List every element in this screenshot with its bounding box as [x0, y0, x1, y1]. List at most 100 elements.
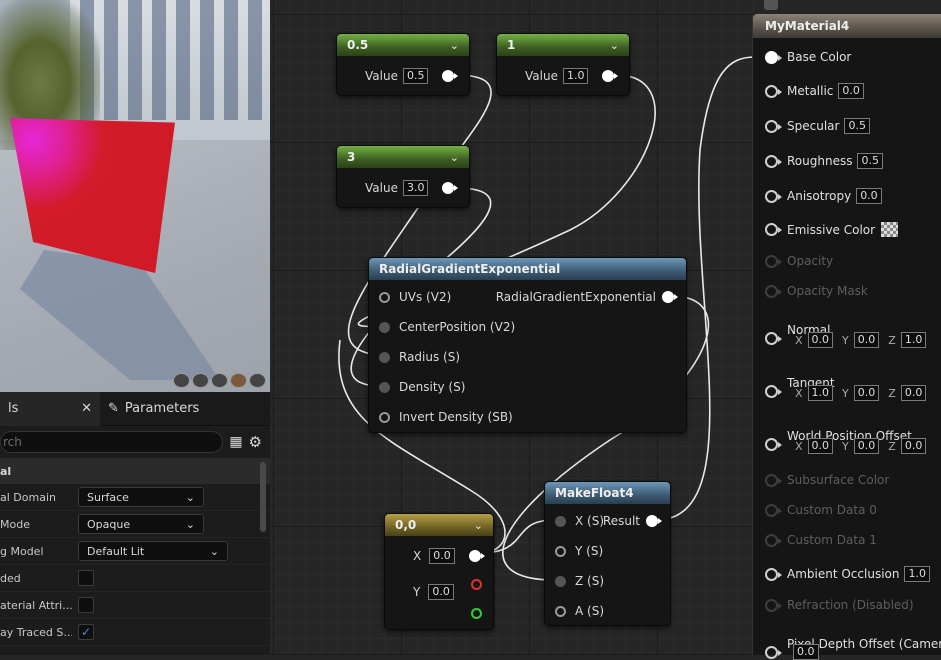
input-density[interactable]: Density (S)	[379, 380, 465, 394]
vector2-node[interactable]: 0,0 ⌄ X 0.0 Y 0.0	[384, 513, 494, 630]
input-base-color[interactable]: Base Color	[765, 50, 851, 64]
input-pin[interactable]	[765, 567, 782, 581]
input-x[interactable]: X (S)	[555, 514, 604, 528]
cylinder-preview-button[interactable]	[173, 373, 190, 388]
two-sided-checkbox[interactable]	[78, 570, 94, 586]
output-result[interactable]: Result	[603, 514, 662, 528]
value-field[interactable]: 0.5	[402, 68, 429, 84]
input-pin[interactable]	[555, 575, 566, 587]
details-scrollbar[interactable]	[260, 462, 266, 532]
input-y[interactable]: Y (S)	[555, 544, 603, 558]
input-pin[interactable]	[379, 291, 390, 303]
node-header[interactable]: MakeFloat4	[545, 482, 670, 504]
radial-gradient-node[interactable]: RadialGradientExponential UVs (V2) Cente…	[368, 257, 687, 433]
shading-model-dropdown[interactable]: Default Lit ⌄	[78, 541, 228, 561]
input-pin[interactable]	[765, 154, 782, 168]
output-pin[interactable]	[602, 70, 619, 82]
output-pin-g[interactable]	[471, 608, 482, 619]
chevron-down-icon[interactable]: ⌄	[450, 151, 459, 164]
tangent-z[interactable]: 0.0	[900, 385, 927, 401]
input-roughness[interactable]: Roughness 0.5	[765, 153, 883, 169]
input-centerposition[interactable]: CenterPosition (V2)	[379, 320, 515, 334]
anisotropy-value[interactable]: 0.0	[856, 188, 882, 204]
node-header[interactable]: 3 ⌄	[337, 146, 469, 168]
color-swatch[interactable]	[881, 222, 899, 237]
input-pin[interactable]	[765, 332, 782, 345]
material-section-header[interactable]: al	[0, 458, 270, 484]
chevron-down-icon[interactable]: ⌄	[474, 519, 483, 532]
wpo-x[interactable]: 0.0	[807, 438, 834, 454]
output-pin[interactable]	[442, 70, 459, 82]
gear-icon[interactable]: ⚙	[249, 433, 262, 451]
input-pin[interactable]	[765, 385, 782, 398]
input-pin[interactable]	[379, 411, 390, 423]
cube-preview-button[interactable]	[230, 373, 247, 388]
material-preview-viewport[interactable]	[0, 0, 270, 392]
value-field[interactable]: 1.0	[562, 68, 589, 84]
sphere-preview-button[interactable]	[192, 373, 209, 388]
constant-node-one[interactable]: 1 ⌄ Value 1.0	[496, 33, 630, 96]
input-pin[interactable]	[765, 50, 782, 64]
metallic-value[interactable]: 0.0	[838, 83, 864, 99]
input-specular[interactable]: Specular 0.5	[765, 118, 870, 134]
wpo-z[interactable]: 0.0	[900, 438, 927, 454]
input-pin[interactable]	[765, 223, 782, 236]
close-icon[interactable]: ✕	[81, 401, 92, 416]
output-pin[interactable]	[468, 550, 485, 562]
material-graph-canvas[interactable]: 0.5 ⌄ Value 0.5 1 ⌄ Value 1.0 3 ⌄ Value 3.0…	[270, 0, 755, 655]
pdo-value[interactable]: 0.0	[793, 644, 819, 660]
plane-preview-button[interactable]	[211, 373, 228, 388]
material-domain-dropdown[interactable]: Surface ⌄	[78, 487, 204, 507]
input-pin[interactable]	[379, 381, 390, 393]
input-metallic[interactable]: Metallic 0.0	[765, 83, 864, 99]
normal-y[interactable]: 0.0	[853, 332, 880, 348]
node-header[interactable]: 0,0 ⌄	[385, 514, 493, 536]
wpo-y[interactable]: 0.0	[853, 438, 880, 454]
input-pin[interactable]	[379, 351, 390, 363]
constant-node-half[interactable]: 0.5 ⌄ Value 0.5	[336, 33, 470, 96]
input-pin[interactable]	[765, 189, 782, 203]
normal-z[interactable]: 1.0	[900, 332, 927, 348]
table-view-icon[interactable]: ▦	[229, 434, 242, 450]
output-radial[interactable]: RadialGradientExponential	[496, 290, 678, 304]
material-result-node[interactable]: MyMaterial4 Base Color Metallic 0.0 Specu…	[752, 14, 941, 660]
output-pin[interactable]	[442, 182, 459, 194]
output-pin[interactable]	[662, 291, 678, 303]
y-field[interactable]: 0.0	[428, 584, 454, 600]
graph-top-icon[interactable]	[764, 0, 778, 10]
input-a[interactable]: A (S)	[555, 604, 604, 618]
specular-value[interactable]: 0.5	[844, 118, 870, 134]
node-header[interactable]: 1 ⌄	[497, 34, 629, 56]
normal-x[interactable]: 0.0	[807, 332, 834, 348]
input-ambient-occlusion[interactable]: Ambient Occlusion 1.0	[765, 566, 930, 582]
result-node-header[interactable]: MyMaterial4	[753, 14, 941, 38]
ray-traced-shadows-checkbox[interactable]: ✓	[78, 624, 94, 640]
input-anisotropy[interactable]: Anisotropy 0.0	[765, 188, 882, 204]
input-pin[interactable]	[765, 438, 782, 451]
input-z[interactable]: Z (S)	[555, 574, 604, 588]
tangent-x[interactable]: 1.0	[807, 385, 834, 401]
node-header[interactable]: 0.5 ⌄	[337, 34, 469, 56]
chevron-down-icon[interactable]: ⌄	[450, 39, 459, 52]
output-pin[interactable]	[646, 515, 662, 527]
constant-node-three[interactable]: 3 ⌄ Value 3.0	[336, 145, 470, 208]
input-uvs[interactable]: UVs (V2)	[379, 290, 451, 304]
chevron-down-icon[interactable]: ⌄	[610, 39, 619, 52]
input-emissive-color[interactable]: Emissive Color	[765, 222, 899, 237]
roughness-value[interactable]: 0.5	[857, 153, 883, 169]
x-field[interactable]: 0.0	[429, 548, 455, 564]
input-pin[interactable]	[765, 119, 782, 133]
input-pin[interactable]	[555, 515, 566, 527]
input-radius[interactable]: Radius (S)	[379, 350, 460, 364]
mesh-preview-button[interactable]	[249, 373, 266, 388]
makefloat4-node[interactable]: MakeFloat4 X (S) Y (S) Z (S) A (S) Resul…	[544, 481, 671, 626]
output-pin-r[interactable]	[471, 579, 482, 590]
input-invert-density[interactable]: Invert Density (SB)	[379, 410, 513, 424]
node-header[interactable]: RadialGradientExponential	[369, 258, 686, 280]
tab-details[interactable]: ls ✕	[0, 391, 100, 426]
input-pin[interactable]	[765, 646, 782, 659]
blend-mode-dropdown[interactable]: Opaque ⌄	[78, 514, 204, 534]
value-field[interactable]: 3.0	[402, 180, 429, 196]
search-input[interactable]: rch	[0, 431, 224, 453]
input-pin[interactable]	[555, 605, 566, 617]
